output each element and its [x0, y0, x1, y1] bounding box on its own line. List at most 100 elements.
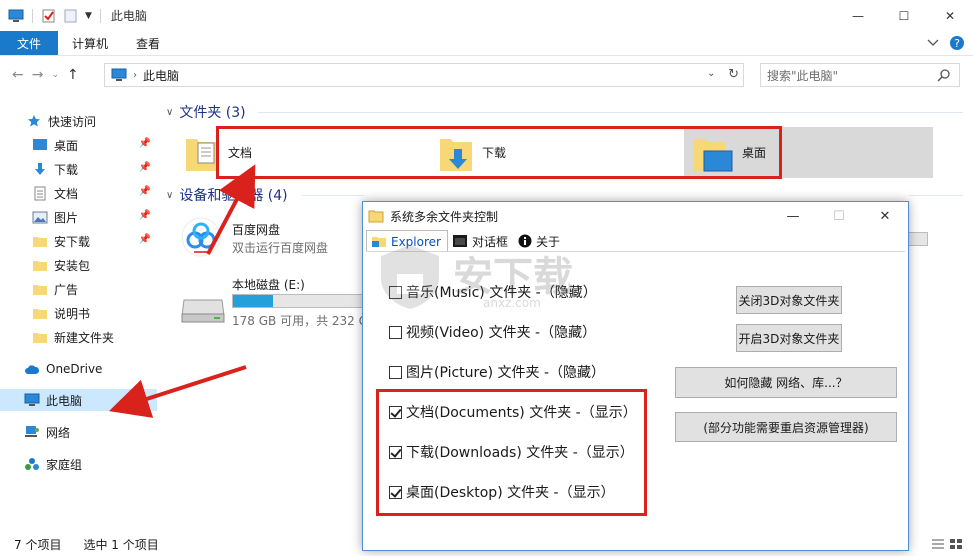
folder-icon: [32, 281, 48, 297]
pin-icon[interactable]: 📌: [139, 162, 151, 173]
chevron-down-icon[interactable]: ∨: [166, 190, 173, 201]
sidebar-item-label: OneDrive: [46, 362, 103, 376]
tab-computer[interactable]: 计算机: [58, 31, 122, 55]
sidebar-item-label: 快速访问: [48, 114, 97, 129]
item-count: 7 个项目: [14, 538, 62, 552]
checkbox[interactable]: [389, 365, 402, 379]
back-arrow-icon[interactable]: ←: [12, 67, 24, 83]
pin-icon[interactable]: 📌: [139, 210, 151, 221]
details-view-icon[interactable]: [931, 538, 945, 550]
watermark-subtext: anxz.com: [483, 296, 541, 310]
pc-icon: [111, 68, 127, 81]
up-arrow-icon[interactable]: ↑: [67, 67, 79, 83]
sidebar-item-label: 说明书: [54, 306, 91, 321]
baidu-netdisk-icon: [181, 217, 221, 257]
how-to-hide-button[interactable]: 如何隐藏 网络、库...？: [675, 367, 897, 398]
sidebar-item-pictures[interactable]: 图片 📌: [0, 206, 157, 228]
selected-count: 选中 1 个项目: [83, 538, 159, 552]
address-bar[interactable]: › 此电脑 ⌄ ↻: [104, 63, 744, 87]
documents-folder-icon: [186, 138, 218, 171]
sidebar-item-homegroup[interactable]: 家庭组: [0, 453, 157, 475]
pc-icon[interactable]: [8, 9, 24, 23]
recent-locations-icon[interactable]: ⌄: [51, 70, 59, 80]
sidebar-item-label: 网络: [46, 425, 71, 440]
chevron-down-icon[interactable]: ∨: [166, 107, 173, 118]
tab-view[interactable]: 查看: [122, 31, 174, 55]
forward-arrow-icon[interactable]: →: [32, 67, 44, 83]
highlight-box-options: [376, 389, 647, 516]
pin-icon[interactable]: 📌: [139, 186, 151, 197]
hard-drive-icon: [181, 299, 225, 323]
help-icon[interactable]: ?: [949, 35, 965, 51]
sidebar-item-label: 安下载: [54, 234, 91, 249]
option-video-folder[interactable]: 视频(Video) 文件夹 -（隐藏）: [389, 322, 596, 342]
ribbon-right-controls: ?: [927, 35, 965, 51]
checkbox[interactable]: [389, 325, 402, 339]
sidebar-item-new-folder[interactable]: 新建文件夹: [0, 326, 157, 348]
sidebar-item-install-packages[interactable]: 安装包: [0, 254, 157, 276]
breadcrumb-this-pc[interactable]: 此电脑: [143, 67, 179, 84]
watermark: 安下载 anxz.com: [375, 242, 605, 312]
dialog-title: 系统多余文件夹控制: [390, 209, 499, 224]
view-switcher: [931, 538, 963, 550]
sidebar-item-label: 此电脑: [46, 393, 83, 408]
customize-toolbar-icon[interactable]: ▼: [85, 11, 92, 21]
open-3d-objects-button[interactable]: 开启3D对象文件夹: [736, 324, 842, 352]
minimize-button[interactable]: —: [835, 0, 881, 31]
folders-group-header[interactable]: ∨ 文件夹 (3): [166, 102, 246, 122]
properties-icon[interactable]: [41, 9, 57, 23]
title-bar: ▼ 此电脑 — ☐ ✕: [0, 0, 973, 31]
sidebar-item-desktop[interactable]: 桌面 📌: [0, 134, 157, 156]
breadcrumb-chevron-icon[interactable]: ›: [133, 70, 137, 81]
download-icon: [32, 161, 48, 177]
dialog-close-button[interactable]: ✕: [862, 202, 908, 230]
nav-buttons: ← → ⌄ ↑: [0, 67, 105, 83]
refresh-icon[interactable]: ↻: [728, 67, 739, 82]
cloud-icon: [24, 361, 40, 377]
maximize-button[interactable]: ☐: [881, 0, 927, 31]
drive-usage-fill: [233, 295, 274, 307]
folder-icon: [32, 329, 48, 345]
search-input[interactable]: 搜索"此电脑": [760, 63, 960, 87]
drive-subtitle: 178 GB 可用，共 232 G: [232, 314, 368, 328]
dialog-maximize-button[interactable]: ☐: [816, 202, 862, 230]
folder-icon: [32, 305, 48, 321]
pc-icon: [24, 392, 40, 408]
close-button[interactable]: ✕: [927, 0, 973, 31]
sidebar-item-onedrive[interactable]: OneDrive: [0, 358, 157, 380]
folder-icon: [368, 210, 384, 223]
sidebar-item-this-pc[interactable]: 此电脑: [0, 389, 157, 411]
option-picture-folder[interactable]: 图片(Picture) 文件夹 -（隐藏）: [389, 362, 605, 382]
sidebar-item-downloads[interactable]: 下载 📌: [0, 158, 157, 180]
navigation-pane: 快速访问 桌面 📌 下载 📌 文档 📌 图片 📌 安下载 📌 安装包 广告 说明…: [0, 104, 157, 528]
tab-file[interactable]: 文件: [0, 31, 58, 55]
sidebar-item-quick-access[interactable]: 快速访问: [0, 110, 157, 132]
new-folder-icon[interactable]: [63, 9, 79, 23]
pin-icon[interactable]: 📌: [139, 138, 151, 149]
dialog-window-controls: — ☐ ✕: [770, 202, 908, 230]
devices-group-header[interactable]: ∨ 设备和驱动器 (4): [166, 185, 288, 205]
address-dropdown-icon[interactable]: ⌄: [707, 68, 721, 79]
navigation-bar: ← → ⌄ ↑ › 此电脑 ⌄ ↻ 搜索"此电脑": [0, 60, 973, 90]
pin-icon[interactable]: 📌: [139, 234, 151, 245]
large-icons-view-icon[interactable]: [949, 538, 963, 550]
dialog-title-bar: 系统多余文件夹控制 — ☐ ✕: [363, 202, 908, 230]
drive-usage-bar: [908, 232, 928, 246]
restart-explorer-button[interactable]: (部分功能需要重启资源管理器): [675, 412, 897, 442]
sidebar-item-manuals[interactable]: 说明书: [0, 302, 157, 324]
drive-name: 百度网盘: [232, 223, 281, 237]
chevron-down-icon[interactable]: [927, 39, 939, 47]
sidebar-item-ads[interactable]: 广告: [0, 278, 157, 300]
sidebar-item-network[interactable]: 网络: [0, 421, 157, 443]
group-divider: [302, 195, 364, 196]
close-3d-objects-button[interactable]: 关闭3D对象文件夹: [736, 286, 842, 314]
sidebar-item-anxz[interactable]: 安下载 📌: [0, 230, 157, 252]
sidebar-item-label: 文档: [54, 186, 79, 201]
folder-icon: [32, 257, 48, 273]
sidebar-item-label: 家庭组: [46, 457, 83, 472]
drive-name: 本地磁盘 (E:): [232, 278, 305, 292]
sidebar-item-documents[interactable]: 文档 📌: [0, 182, 157, 204]
watermark-text: 安下载: [453, 254, 573, 300]
search-icon[interactable]: [937, 68, 951, 82]
dialog-minimize-button[interactable]: —: [770, 202, 816, 230]
